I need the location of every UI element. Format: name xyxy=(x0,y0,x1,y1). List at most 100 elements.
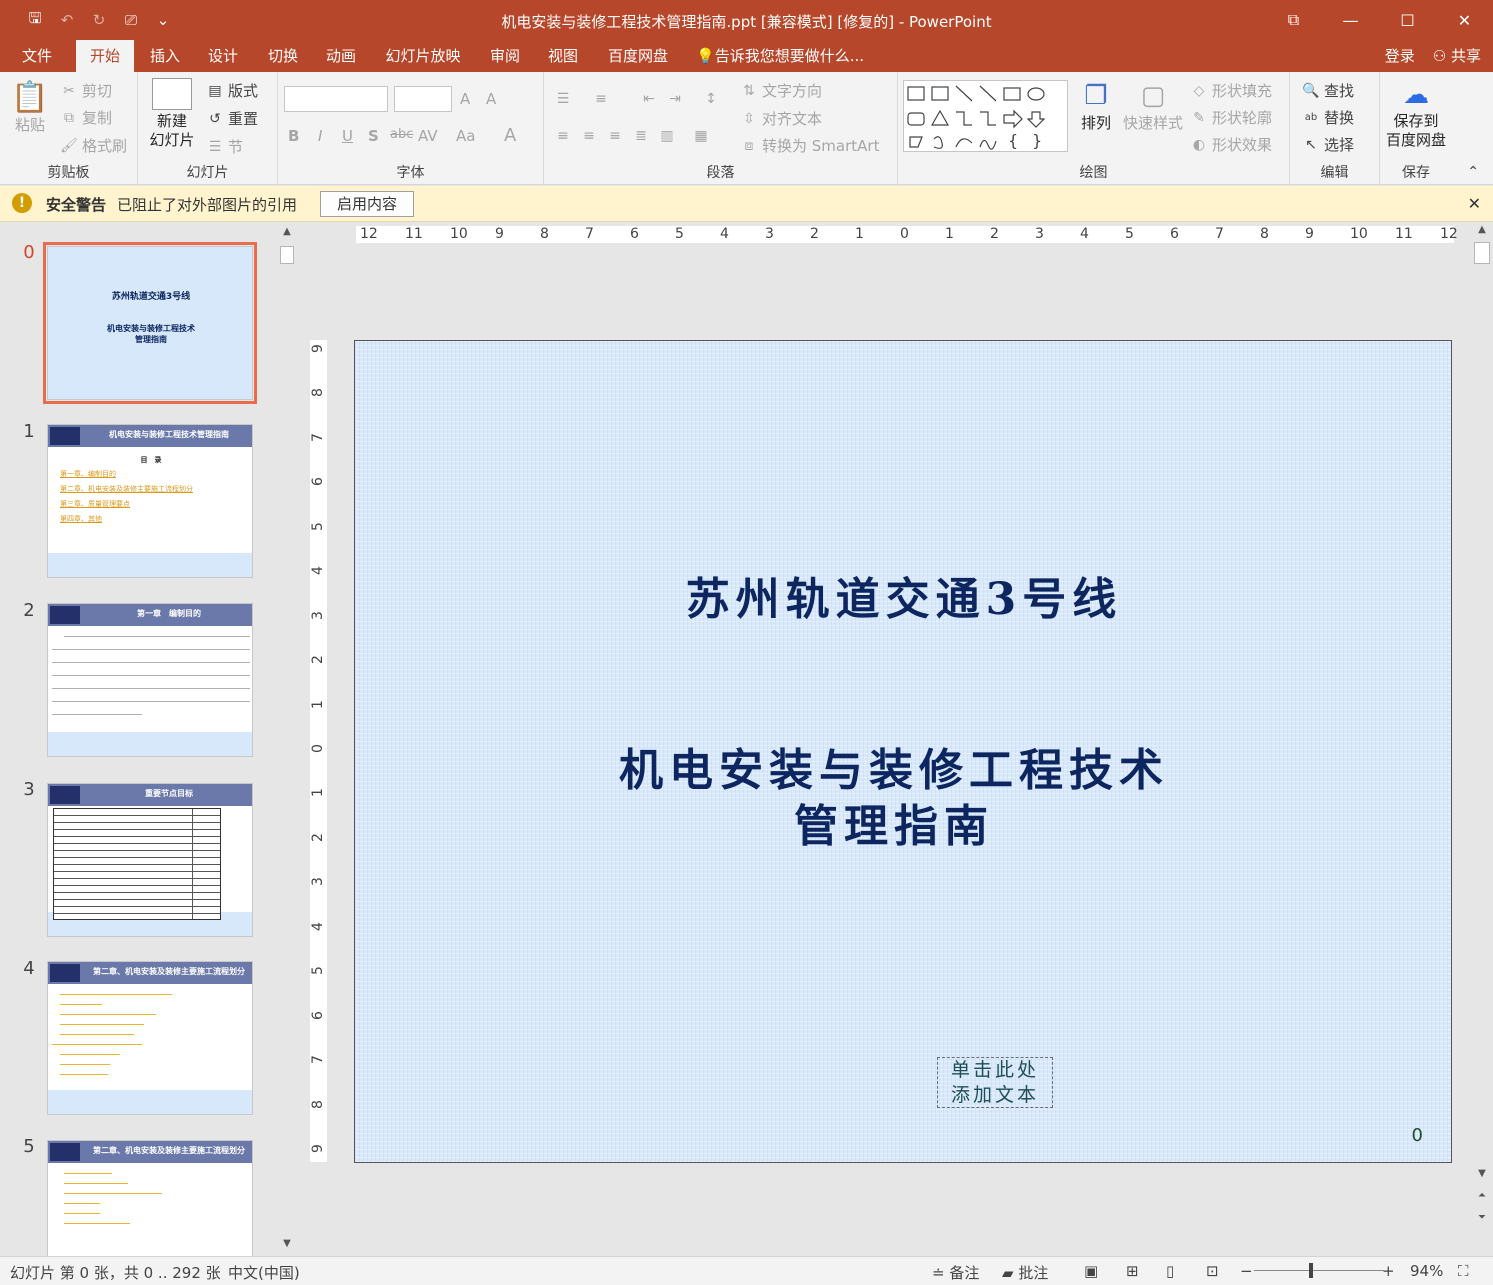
editor-scrollbar[interactable]: ▲ ▼ ⏶ ⏷ xyxy=(1472,222,1492,1256)
tab-insert[interactable]: 插入 xyxy=(140,40,190,72)
comments-button[interactable]: ▰ 批注 xyxy=(1002,1262,1048,1283)
columns-button[interactable]: ▦ xyxy=(692,127,710,145)
scroll-down-icon[interactable]: ▼ xyxy=(280,1238,294,1252)
thumbnail-slide-4[interactable]: 第二章、机电安装及装修主要施工流程划分 xyxy=(47,961,253,1115)
scroll-thumb[interactable] xyxy=(1474,242,1490,264)
tab-home[interactable]: 开始 xyxy=(76,40,134,72)
thumbnail-slide-1[interactable]: 机电安装与装修工程技术管理指南 目 录 第一章、编制目的 第二章、机电安装及装修… xyxy=(47,424,253,578)
thumbnail-scrollbar[interactable]: ▲ ▼ xyxy=(277,222,297,1256)
strikethrough-button[interactable]: abc xyxy=(390,127,413,142)
login-link[interactable]: 登录 xyxy=(1385,40,1415,72)
shadow-button[interactable]: S xyxy=(368,127,379,145)
quick-styles-button[interactable]: ▢ 快速样式 xyxy=(1120,78,1186,133)
line-spacing-button[interactable]: ↕ xyxy=(702,90,720,108)
change-case-button[interactable]: Aa xyxy=(456,127,475,145)
security-warning-bar: ! 安全警告 已阻止了对外部图片的引用 启用内容 ✕ xyxy=(0,186,1493,222)
zoom-out-icon[interactable]: − xyxy=(1240,1262,1253,1280)
tab-baidu-netdisk[interactable]: 百度网盘 xyxy=(600,40,676,72)
paste-button[interactable]: 📋 粘贴 xyxy=(10,80,50,135)
slideshow-icon[interactable]: ⊡ xyxy=(1206,1262,1219,1280)
thumbnail-slide-3[interactable]: 重要节点目标 xyxy=(47,783,253,937)
decrease-indent-button[interactable]: ⇤ xyxy=(640,90,658,108)
reset-button[interactable]: ↺ 重置 xyxy=(206,108,258,129)
scroll-up-icon[interactable]: ▲ xyxy=(280,226,294,240)
enable-content-button[interactable]: 启用内容 xyxy=(320,191,414,217)
tab-slideshow[interactable]: 幻灯片放映 xyxy=(378,40,468,72)
maximize-button[interactable]: ☐ xyxy=(1379,0,1436,40)
text-placeholder[interactable]: 单击此处 添加文本 xyxy=(937,1057,1053,1108)
underline-button[interactable]: U xyxy=(342,127,353,145)
cut-button[interactable]: ✂ 剪切 xyxy=(60,80,112,101)
zoom-in-icon[interactable]: + xyxy=(1382,1262,1395,1280)
tab-animations[interactable]: 动画 xyxy=(316,40,366,72)
thumbnail-slide-0[interactable]: 苏州轨道交通3号线 机电安装与装修工程技术 管理指南 xyxy=(43,242,257,404)
new-slide-button[interactable]: 新建 幻灯片 xyxy=(142,78,202,150)
close-button[interactable]: ✕ xyxy=(1436,0,1493,40)
close-warning-icon[interactable]: ✕ xyxy=(1468,194,1481,213)
arrange-button[interactable]: ❐ 排列 xyxy=(1074,78,1118,133)
find-button[interactable]: 🔍 查找 xyxy=(1302,80,1354,101)
fit-to-window-icon[interactable]: ⛶ xyxy=(1458,1262,1469,1280)
align-right-button[interactable]: ≡ xyxy=(606,127,624,145)
font-grow-button[interactable]: A xyxy=(460,90,470,108)
copy-button[interactable]: ⧉ 复制 xyxy=(60,107,112,128)
slide-number: 0 xyxy=(1411,1125,1423,1146)
shape-effects-button[interactable]: ◐ 形状效果 xyxy=(1190,134,1272,155)
zoom-slider[interactable] xyxy=(1254,1270,1384,1271)
previous-slide-icon[interactable]: ⏶ xyxy=(1475,1190,1489,1204)
justify-button[interactable]: ≣ xyxy=(632,127,650,145)
font-size-combo[interactable] xyxy=(394,86,452,112)
font-color-button[interactable]: A xyxy=(504,125,516,146)
section-button[interactable]: ☰ 节 xyxy=(206,136,243,157)
save-to-baidu-button[interactable]: ☁ 保存到 百度网盘 xyxy=(1384,78,1448,150)
slide-subtitle[interactable]: 机电安装与装修工程技术 管理指南 xyxy=(355,743,1433,855)
select-button[interactable]: ↖ 选择 xyxy=(1302,134,1354,155)
zoom-slider-thumb[interactable] xyxy=(1309,1263,1313,1278)
align-text-button[interactable]: ⇳ 对齐文本 xyxy=(740,108,822,129)
thumbnail-slide-5[interactable]: 第二章、机电安装及装修主要施工流程划分 xyxy=(47,1140,253,1256)
tell-me-box[interactable]: 💡告诉我您想要做什么... xyxy=(696,40,876,72)
language-indicator[interactable]: 中文(中国) xyxy=(228,1262,300,1283)
tab-file[interactable]: 文件 xyxy=(10,40,64,72)
slide-canvas[interactable]: 苏州轨道交通3号线 机电安装与装修工程技术 管理指南 单击此处 添加文本 0 xyxy=(354,340,1452,1163)
shape-outline-button[interactable]: ✎ 形状轮廓 xyxy=(1190,107,1272,128)
reading-view-icon[interactable]: ▯ xyxy=(1166,1262,1174,1280)
convert-smartart-button[interactable]: ⧈ 转换为 SmartArt xyxy=(740,135,880,156)
scroll-thumb[interactable] xyxy=(280,246,294,264)
align-left-button[interactable]: ≡ xyxy=(554,127,572,145)
scroll-up-icon[interactable]: ▲ xyxy=(1475,224,1489,238)
tab-view[interactable]: 视图 xyxy=(540,40,586,72)
italic-button[interactable]: I xyxy=(318,127,322,145)
thumbnail-slide-2[interactable]: 第一章 编制目的 xyxy=(47,603,253,757)
font-shrink-button[interactable]: A xyxy=(486,90,496,108)
shapes-gallery[interactable]: {} xyxy=(903,80,1068,152)
notes-button[interactable]: ≐ 备注 xyxy=(932,1262,979,1283)
slide-title[interactable]: 苏州轨道交通3号线 xyxy=(355,563,1451,627)
numbering-button[interactable]: ≡ xyxy=(592,90,610,108)
ruler-tick-label: 7 xyxy=(310,432,326,442)
zoom-level[interactable]: 94% xyxy=(1410,1262,1443,1280)
shape-fill-button[interactable]: ◇ 形状填充 xyxy=(1190,80,1272,101)
share-button[interactable]: ⚇ 共享 xyxy=(1433,40,1481,72)
minimize-button[interactable]: — xyxy=(1322,0,1379,40)
format-painter-button[interactable]: 🖌 格式刷 xyxy=(60,135,127,156)
layout-button[interactable]: ▤ 版式 xyxy=(206,80,258,101)
font-name-combo[interactable] xyxy=(284,86,388,112)
collapse-ribbon-icon[interactable]: ⌃ xyxy=(1467,164,1479,180)
bold-button[interactable]: B xyxy=(288,127,299,145)
bullets-button[interactable]: ☰ xyxy=(554,90,572,108)
scroll-down-icon[interactable]: ▼ xyxy=(1475,1168,1489,1182)
character-spacing-button[interactable]: AV xyxy=(418,127,438,145)
distributed-button[interactable]: ▥ xyxy=(658,127,676,145)
tab-design[interactable]: 设计 xyxy=(198,40,248,72)
ribbon-display-options-icon[interactable]: ⧉ xyxy=(1265,0,1322,40)
tab-review[interactable]: 审阅 xyxy=(482,40,528,72)
normal-view-icon[interactable]: ▣ xyxy=(1084,1262,1098,1280)
increase-indent-button[interactable]: ⇥ xyxy=(666,90,684,108)
tab-transitions[interactable]: 切换 xyxy=(258,40,308,72)
replace-button[interactable]: ab 替换 xyxy=(1302,107,1354,128)
text-direction-button[interactable]: ⇅ 文字方向 xyxy=(740,80,822,101)
align-center-button[interactable]: ≡ xyxy=(580,127,598,145)
slide-sorter-icon[interactable]: ⊞ xyxy=(1126,1262,1139,1280)
next-slide-icon[interactable]: ⏷ xyxy=(1475,1212,1489,1226)
